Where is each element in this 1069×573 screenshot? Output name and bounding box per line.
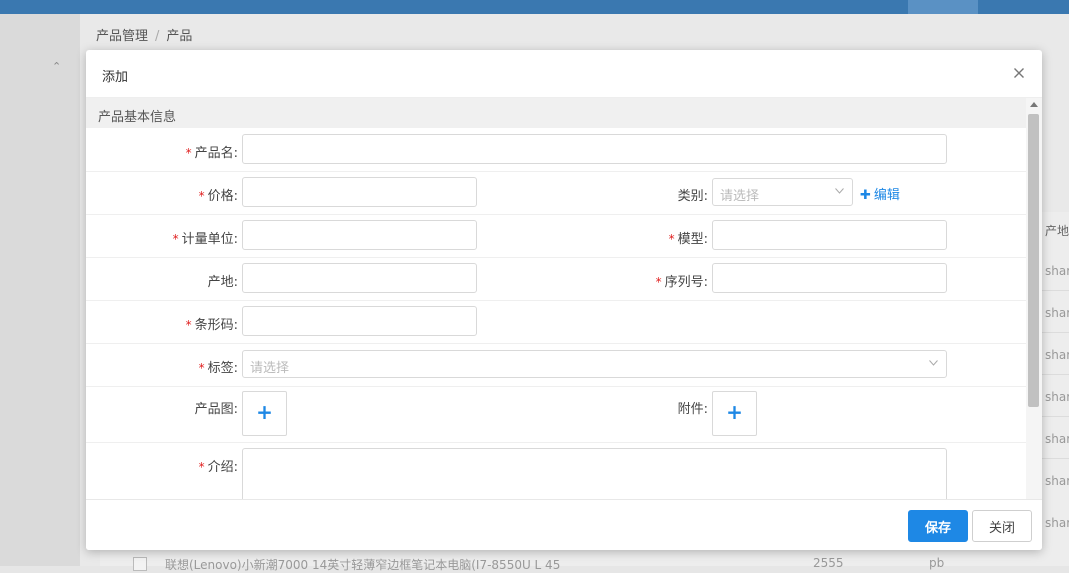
product-name-label: * 产品名: — [186, 142, 238, 161]
section-header: 产品基本信息 — [86, 98, 1026, 128]
price-label: * 价格: — [199, 185, 238, 204]
chevron-down-icon — [929, 360, 938, 366]
close-icon[interactable] — [1010, 64, 1028, 82]
chevron-down-icon — [835, 188, 844, 194]
scroll-up-arrow-icon[interactable] — [1030, 102, 1038, 107]
form-row-origin-serial: 产地: * 序列号: — [86, 257, 1026, 301]
table-row-divider — [1040, 374, 1069, 375]
dialog-title: 添加 — [102, 70, 129, 85]
tags-select[interactable]: 请选择 — [242, 350, 947, 378]
required-mark: * — [198, 460, 205, 474]
category-label: 类别: — [678, 185, 708, 204]
attachment-upload-button[interactable]: + — [712, 391, 757, 436]
origin-label: 产地: — [208, 271, 238, 290]
required-mark: * — [668, 232, 675, 246]
form-row-tags: * 标签: 请选择 — [86, 343, 1026, 387]
form-row-unit-model: * 计量单位: * 模型: — [86, 214, 1026, 258]
table-cell: shar — [1045, 306, 1069, 320]
table-cell: shar — [1045, 516, 1069, 530]
tags-placeholder: 请选择 — [250, 361, 290, 376]
model-input[interactable] — [712, 220, 947, 250]
dialog-footer: 保存 关闭 — [86, 499, 1042, 550]
table-cell: shar — [1045, 432, 1069, 446]
serial-input[interactable] — [712, 263, 947, 293]
required-mark: * — [655, 275, 662, 289]
category-placeholder: 请选择 — [720, 189, 760, 204]
edit-category-text: 编辑 — [873, 188, 900, 203]
required-mark: * — [172, 232, 179, 246]
attachment-label-text: 附件: — [677, 402, 708, 417]
plus-icon: ✚ — [860, 188, 871, 203]
form-row-uploads: 产品图: + 附件: + — [86, 386, 1026, 443]
breadcrumb: 产品管理 / 产品 — [96, 25, 192, 44]
model-label-text: 模型: — [677, 232, 708, 247]
serial-label: * 序列号: — [656, 271, 708, 290]
price-input[interactable] — [242, 177, 477, 207]
add-product-dialog: 添加 产品基本信息 * 产品名: * 价格: 类别: 请选择 ✚ 编辑 * 计量单位: — [86, 50, 1042, 550]
table-row-divider — [1040, 416, 1069, 417]
table-header-origin: 产地 — [1045, 224, 1069, 238]
product-name-label-text: 产品名: — [194, 146, 238, 161]
category-label-text: 类别: — [677, 189, 708, 204]
save-button[interactable]: 保存 — [908, 510, 968, 542]
unit-input[interactable] — [242, 220, 477, 250]
top-navbar — [0, 0, 1069, 14]
breadcrumb-item-product: 产品 — [166, 29, 193, 44]
row-checkbox[interactable] — [133, 557, 147, 571]
table-cell: shar — [1045, 348, 1069, 362]
tags-label-text: 标签: — [207, 361, 238, 376]
table-cell-unit: pb — [929, 556, 945, 570]
breadcrumb-separator: / — [155, 29, 160, 44]
image-label: 产品图: — [195, 398, 238, 417]
required-mark: * — [185, 318, 192, 332]
intro-label: * 介绍: — [199, 456, 238, 475]
form-row-price-category: * 价格: 类别: 请选择 ✚ 编辑 — [86, 171, 1026, 215]
table-cell: shar — [1045, 474, 1069, 488]
form-row-product-name: * 产品名: — [86, 128, 1026, 172]
table-cell-product-name: 联想(Lenovo)小新潮7000 14英寸轻薄窄边框笔记本电脑(I7-8550… — [165, 558, 561, 572]
table-cell: shar — [1045, 390, 1069, 404]
price-label-text: 价格: — [207, 189, 238, 204]
dialog-header: 添加 — [86, 50, 1042, 98]
close-button[interactable]: 关闭 — [972, 510, 1032, 542]
origin-label-text: 产地: — [207, 275, 238, 290]
table-row-divider — [1040, 458, 1069, 459]
attachment-label: 附件: — [678, 398, 708, 417]
dialog-body: 产品基本信息 * 产品名: * 价格: 类别: 请选择 ✚ 编辑 * 计量单位: * 模型… — [86, 98, 1042, 548]
model-label: * 模型: — [669, 228, 708, 247]
dialog-scrollbar[interactable] — [1026, 98, 1042, 548]
tags-label: * 标签: — [199, 357, 238, 376]
image-label-text: 产品图: — [194, 402, 238, 417]
table-cell-price: 2555 — [813, 556, 844, 570]
table-row-divider — [1040, 332, 1069, 333]
plus-icon: + — [256, 400, 273, 424]
scrollbar-thumb[interactable] — [1028, 114, 1039, 407]
unit-label-text: 计量单位: — [181, 232, 238, 247]
table-cell: shar — [1045, 264, 1069, 278]
navbar-active-tab[interactable] — [908, 0, 978, 14]
barcode-label: * 条形码: — [186, 314, 238, 333]
form-row-barcode: * 条形码: — [86, 300, 1026, 344]
barcode-input[interactable] — [242, 306, 477, 336]
required-mark: * — [185, 146, 192, 160]
required-mark: * — [198, 189, 205, 203]
unit-label: * 计量单位: — [173, 228, 238, 247]
intro-label-text: 介绍: — [207, 460, 238, 475]
origin-input[interactable] — [242, 263, 477, 293]
category-select[interactable]: 请选择 — [712, 178, 853, 206]
product-name-input[interactable] — [242, 134, 947, 164]
required-mark: * — [198, 361, 205, 375]
plus-icon: + — [726, 400, 743, 424]
image-upload-button[interactable]: + — [242, 391, 287, 436]
section-title: 产品基本信息 — [98, 110, 177, 125]
breadcrumb-item-product-management[interactable]: 产品管理 — [96, 29, 148, 44]
edit-category-link[interactable]: ✚ 编辑 — [860, 184, 900, 203]
sidebar: ⌃ — [0, 14, 80, 566]
chevron-up-icon[interactable]: ⌃ — [52, 60, 61, 73]
barcode-label-text: 条形码: — [194, 318, 238, 333]
serial-label-text: 序列号: — [664, 275, 708, 290]
table-row-divider — [1040, 290, 1069, 291]
